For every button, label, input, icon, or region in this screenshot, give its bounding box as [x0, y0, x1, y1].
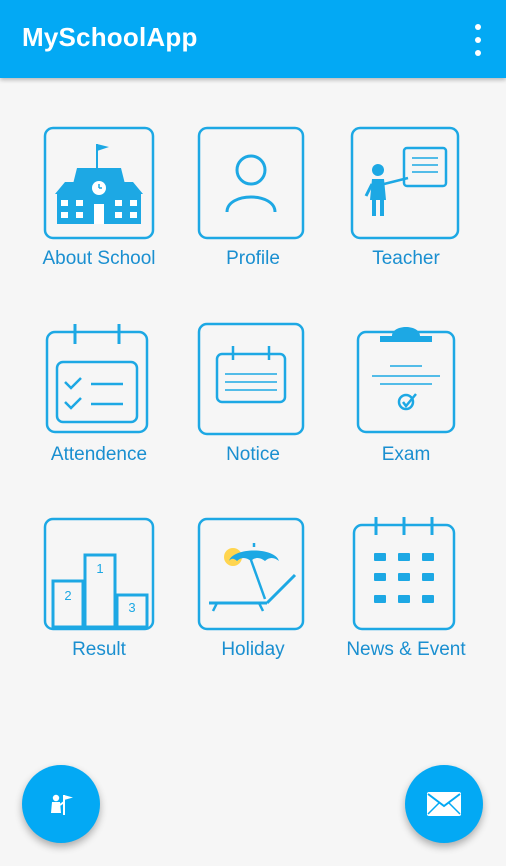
- notice-board-icon: [197, 322, 305, 436]
- tile-label: Result: [72, 639, 126, 660]
- teacher-fab-button[interactable]: [22, 765, 100, 843]
- app-bar: MySchoolApp: [0, 0, 506, 78]
- app-title: MySchoolApp: [22, 22, 198, 52]
- event-calendar-icon: [352, 517, 456, 631]
- user-profile-icon: [197, 126, 305, 240]
- mail-icon: [427, 792, 461, 816]
- teacher-board-icon: [350, 126, 460, 240]
- attendance-calendar-icon: [45, 324, 149, 434]
- tile-label: Notice: [226, 444, 280, 465]
- tile-label: About School: [42, 248, 156, 269]
- tile-label: Teacher: [372, 248, 440, 269]
- overflow-menu-icon[interactable]: [466, 24, 490, 56]
- svg-text:3: 3: [128, 600, 135, 615]
- school-building-icon: [43, 126, 155, 240]
- tile-label: Holiday: [221, 639, 285, 660]
- svg-text:1: 1: [96, 561, 103, 576]
- tile-notice[interactable]: Notice: [178, 322, 328, 472]
- message-fab-button[interactable]: [405, 765, 483, 843]
- svg-text:2: 2: [64, 588, 71, 603]
- tile-label: News & Event: [346, 639, 466, 660]
- teacher-flag-icon: [51, 794, 73, 815]
- tile-about-school[interactable]: About School: [24, 126, 174, 276]
- tile-attendence[interactable]: Attendence: [24, 322, 174, 472]
- podium-result-icon: 2 1 3: [43, 517, 155, 631]
- tile-label: Attendence: [50, 444, 148, 465]
- tile-label: Profile: [226, 248, 280, 269]
- tile-profile[interactable]: Profile: [178, 126, 328, 276]
- tile-result[interactable]: 2 1 3 Result: [24, 517, 174, 667]
- tile-holiday[interactable]: Holiday: [178, 517, 328, 667]
- exam-clipboard-icon: [356, 327, 456, 434]
- tile-teacher[interactable]: Teacher: [331, 126, 481, 276]
- tile-label: Exam: [381, 444, 431, 465]
- tile-news-event[interactable]: News & Event: [331, 517, 481, 667]
- beach-holiday-icon: [197, 517, 305, 631]
- tile-exam[interactable]: Exam: [331, 322, 481, 472]
